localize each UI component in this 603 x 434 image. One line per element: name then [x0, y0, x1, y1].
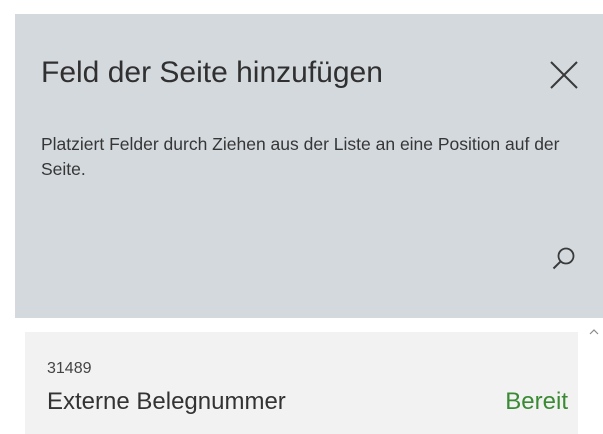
- field-list: 31489 Externe Belegnummer Bereit: [15, 318, 603, 434]
- panel-title: Feld der Seite hinzufügen: [41, 56, 383, 89]
- chevron-up-icon: [589, 329, 599, 335]
- search-button[interactable]: [551, 246, 577, 272]
- scroll-up-button[interactable]: [588, 326, 600, 338]
- field-name: Externe Belegnummer: [47, 388, 286, 415]
- close-button[interactable]: [547, 58, 581, 92]
- field-id: 31489: [47, 360, 92, 377]
- list-item[interactable]: 31489 Externe Belegnummer Bereit: [25, 332, 578, 434]
- field-status: Bereit: [505, 388, 568, 415]
- panel-header: Feld der Seite hinzufügen Platziert Feld…: [15, 14, 603, 318]
- scrollbar[interactable]: [585, 318, 603, 434]
- window: Feld der Seite hinzufügen Platziert Feld…: [0, 0, 603, 434]
- close-icon: [550, 61, 578, 89]
- search-icon: [552, 247, 575, 270]
- add-field-panel: Feld der Seite hinzufügen Platziert Feld…: [15, 14, 603, 434]
- panel-description: Platziert Felder durch Ziehen aus der Li…: [41, 134, 560, 179]
